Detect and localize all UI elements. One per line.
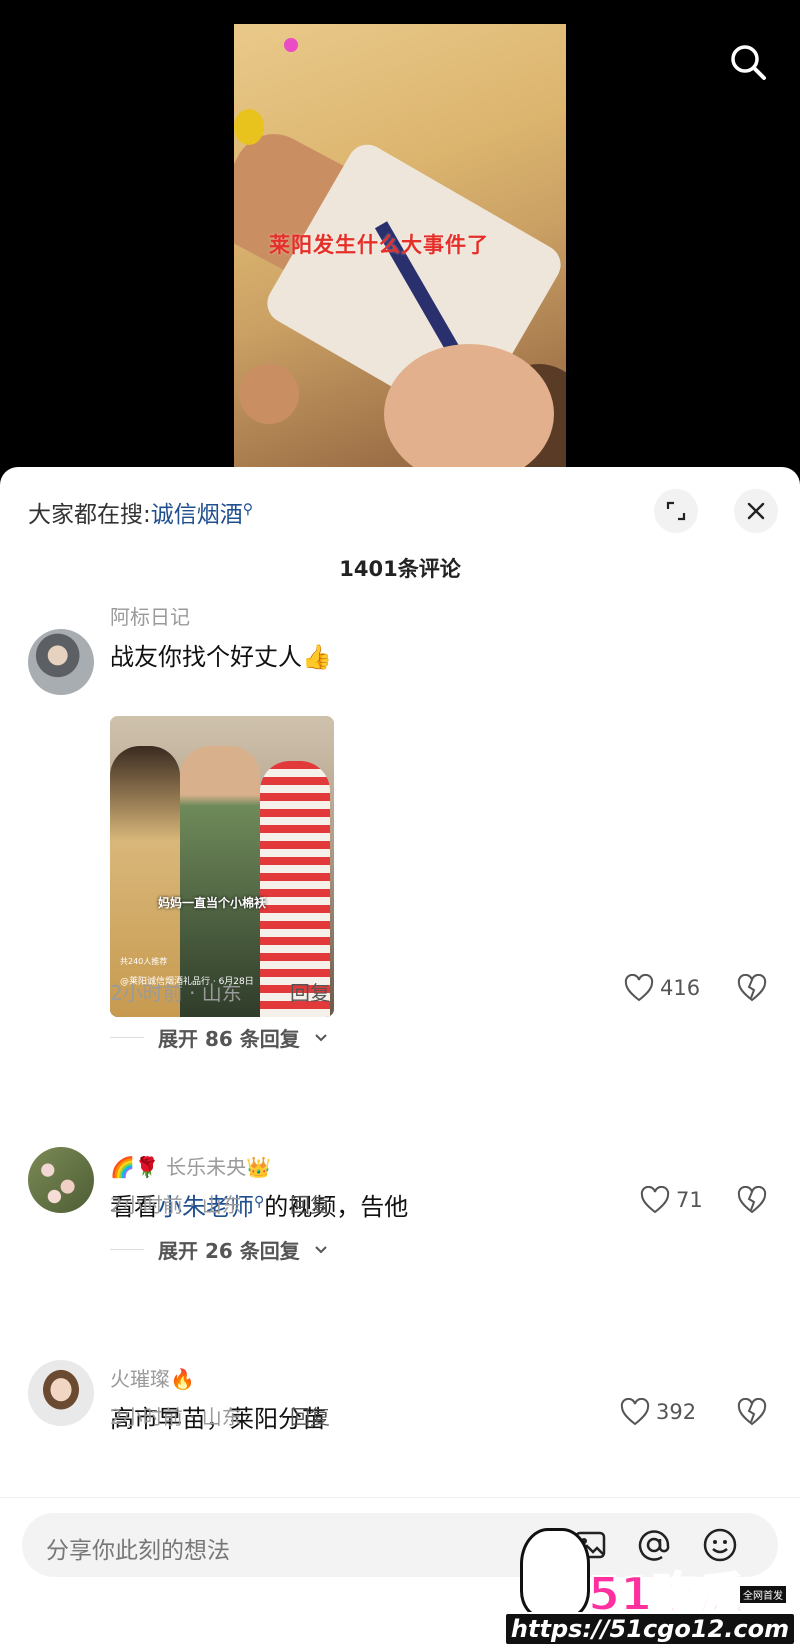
video-caption: 莱阳发生什么大事件了 <box>269 233 489 257</box>
dislike-button[interactable] <box>737 1185 767 1218</box>
watermark-mascot <box>520 1528 590 1618</box>
comment-username[interactable]: 阿标日记 <box>110 601 190 630</box>
expand-replies-button[interactable]: 展开 26 条回复 <box>110 1235 328 1264</box>
comment-input-placeholder: 分享你此刻的想法 <box>46 1538 230 1564</box>
video-object-shape <box>234 109 264 145</box>
heart-icon <box>620 1398 650 1426</box>
like-button[interactable]: 71 <box>640 1186 703 1214</box>
like-button[interactable]: 392 <box>620 1398 696 1426</box>
heart-icon <box>624 974 654 1002</box>
heart-icon <box>640 1186 670 1214</box>
username-emoji-suffix: 👑 <box>246 1155 272 1179</box>
chevron-down-icon <box>315 1033 327 1041</box>
comment-meta: 2小时前 · 山东 <box>110 1405 242 1429</box>
divider-line <box>110 1037 144 1038</box>
video-frame[interactable]: 莱阳发生什么大事件了 <box>234 24 566 475</box>
broken-heart-icon <box>737 1397 767 1426</box>
avatar[interactable] <box>28 1147 94 1213</box>
site-watermark: 51吃瓜 全网首发 https://51cgo12.com <box>500 1528 800 1649</box>
like-count: 416 <box>660 976 701 1000</box>
dislike-button[interactable] <box>737 1397 767 1430</box>
watermark-url: https://51cgo12.com <box>504 1612 796 1646</box>
search-button[interactable] <box>726 40 770 84</box>
expand-replies-label: 展开 26 条回复 <box>158 1239 300 1263</box>
comment-text-after: 的视频，告他 <box>264 1193 409 1221</box>
username-text: 长乐未央 <box>166 1155 247 1179</box>
comment-meta: 2小时前 · 山东 <box>110 1193 242 1217</box>
reply-button[interactable]: 回复 <box>290 977 330 1006</box>
broken-heart-icon <box>737 973 767 1002</box>
expand-icon <box>666 501 686 521</box>
chevron-down-icon <box>315 1245 327 1253</box>
reply-button[interactable]: 回复 <box>290 1401 330 1430</box>
like-count: 71 <box>676 1188 703 1212</box>
comment-username[interactable]: 🌈🌹 长乐未央👑 <box>110 1151 271 1180</box>
video-hand-shape <box>239 364 299 424</box>
like-count: 392 <box>656 1400 697 1424</box>
video-dot-shape <box>284 38 298 52</box>
watermark-tag: 全网首发 <box>740 1586 786 1603</box>
close-icon <box>747 502 765 520</box>
expand-replies-button[interactable]: 展开 86 条回复 <box>110 1023 328 1052</box>
avatar[interactable] <box>28 629 94 695</box>
hot-search-label: 大家都在搜: <box>28 502 151 528</box>
close-button[interactable] <box>734 489 778 533</box>
video-face-shape <box>384 344 554 475</box>
username-emoji-suffix: 🔥 <box>170 1367 195 1391</box>
like-button[interactable]: 416 <box>624 974 700 1002</box>
mini-search-icon: ⚲ <box>254 1194 265 1210</box>
comment-image-caption: 妈妈一直当个小棉袄 <box>158 896 267 910</box>
dislike-button[interactable] <box>737 973 767 1006</box>
comment-meta: 2小时前 · 山东 <box>110 981 242 1005</box>
broken-heart-icon <box>737 1185 767 1214</box>
hot-search-keyword[interactable]: 诚信烟酒 <box>151 502 243 528</box>
avatar[interactable] <box>28 1360 94 1426</box>
comment-sheet: 大家都在搜:诚信烟酒⚲ 1401条评论 阿标日记 战友你找个好丈人👍 妈妈一直当… <box>0 467 800 1649</box>
comment-username[interactable]: 火璀璨🔥 <box>110 1363 195 1392</box>
search-icon <box>731 45 766 80</box>
comment-image-recommend: 共240人推荐 <box>120 957 168 966</box>
comment-count: 1401条评论 <box>339 557 461 581</box>
video-area[interactable]: 莱阳发生什么大事件了 <box>0 0 800 475</box>
comment-image[interactable]: 妈妈一直当个小棉袄 共240人推荐 @莱阳诚信烟酒礼品行 · 6月28日 <box>110 716 334 1017</box>
input-divider <box>0 1497 800 1498</box>
username-emoji-prefix: 🌈🌹 <box>110 1155 160 1179</box>
reply-button[interactable]: 回复 <box>290 1189 330 1218</box>
hot-search-bar[interactable]: 大家都在搜:诚信烟酒⚲ <box>28 495 253 529</box>
expand-replies-label: 展开 86 条回复 <box>158 1027 300 1051</box>
username-text: 火璀璨 <box>110 1367 170 1391</box>
divider-line <box>110 1249 144 1250</box>
mini-search-icon: ⚲ <box>242 501 254 518</box>
expand-button[interactable] <box>654 489 698 533</box>
comment-text: 战友你找个好丈人👍 <box>110 643 332 671</box>
